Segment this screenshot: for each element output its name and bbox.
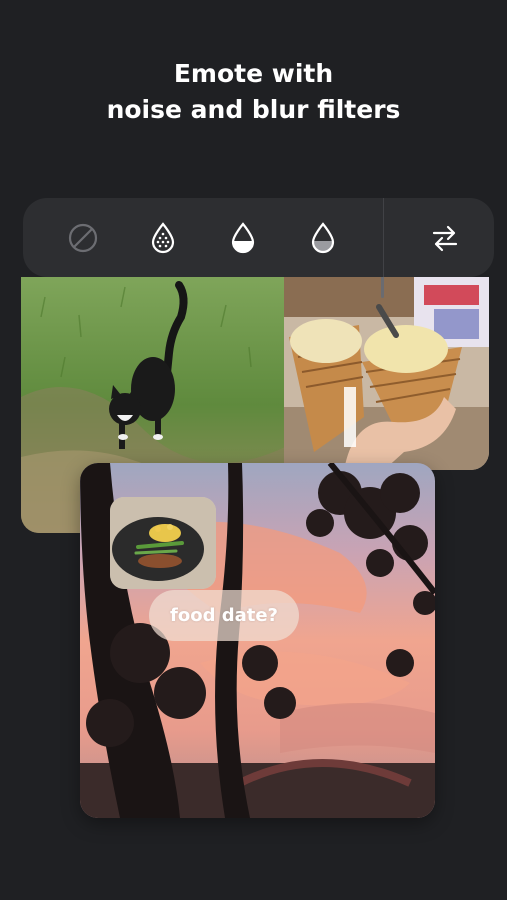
filter-options (23, 198, 383, 277)
no-filter-button[interactable] (43, 198, 123, 277)
food-sticker[interactable] (110, 497, 216, 589)
chat-bubble-text: food date? (170, 605, 278, 626)
screen: Emote with noise and blur filters food d… (0, 0, 507, 900)
toolbar-divider (383, 198, 384, 277)
swap-button[interactable] (395, 198, 495, 277)
light-blur-filter-button[interactable] (283, 198, 363, 277)
filter-toolbar (23, 198, 494, 277)
blur-half-drop-icon (231, 221, 255, 253)
headline-line-1: Emote with (173, 59, 334, 88)
noise-drop-icon (151, 221, 175, 253)
blur-light-drop-icon (311, 221, 335, 253)
photo-ice-cream[interactable] (284, 277, 489, 470)
swap-arrows-icon (432, 225, 458, 251)
no-filter-icon (68, 223, 98, 252)
chat-bubble-sticker[interactable]: food date? (149, 590, 299, 641)
blur-filter-button[interactable] (203, 198, 283, 277)
headline: Emote with noise and blur filters (0, 56, 507, 128)
noise-filter-button[interactable] (123, 198, 203, 277)
headline-line-2: noise and blur filters (106, 95, 401, 124)
